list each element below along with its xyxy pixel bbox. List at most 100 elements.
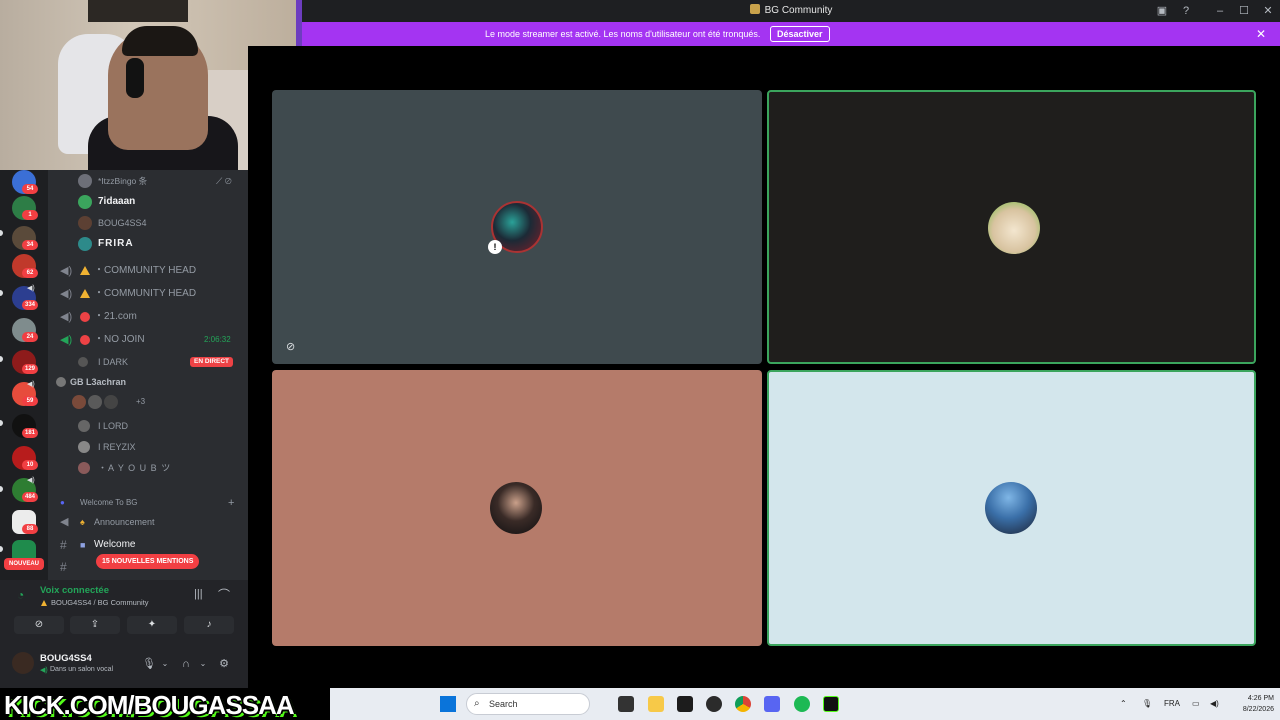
server-icon[interactable]: ◀) 334	[12, 285, 38, 310]
tray-mic-icon[interactable]: 🎙	[1142, 688, 1152, 720]
chevron-down-icon[interactable]: ⌄	[195, 656, 211, 672]
voice-member-group[interactable]: +3	[48, 392, 248, 412]
disable-streamer-mode-button[interactable]: Désactiver	[770, 26, 830, 42]
text-channel[interactable]: # ■ Welcome	[48, 535, 248, 555]
language-indicator[interactable]: FRA	[1164, 688, 1180, 720]
user-name: BOUG4SS4	[40, 653, 92, 664]
screen-share-icon[interactable]: ⇪	[70, 616, 120, 634]
kick-watermark-text: KICK.COM/BOUGASSAA	[4, 690, 295, 720]
voice-member[interactable]: FRIRA	[48, 234, 248, 254]
server-unread-pill	[0, 486, 3, 492]
text-channel-name: Announcement	[94, 517, 155, 527]
server-unread-pill	[0, 420, 3, 426]
member-name: I REYZIX	[98, 442, 136, 452]
live-badge: EN DIRECT	[190, 357, 234, 367]
banner-close-icon[interactable]: ✕	[1256, 22, 1266, 46]
server-icon[interactable]: ◀) 59	[12, 381, 38, 406]
app-icon[interactable]	[677, 696, 693, 712]
voice-activity-icon[interactable]: |||	[194, 588, 203, 600]
server-icon[interactable]: 1	[12, 196, 38, 220]
inbox-icon[interactable]: ▣	[1154, 3, 1170, 19]
user-avatar[interactable]	[12, 652, 34, 674]
text-channel[interactable]: ◀ ♠ Announcement	[48, 512, 248, 532]
disconnect-icon[interactable]: ⌒	[218, 586, 230, 603]
voice-speaker-icon: ◀)	[60, 334, 73, 346]
server-badge: 34	[22, 240, 38, 250]
participant-avatar	[988, 202, 1040, 254]
camera-off-icon[interactable]: ⊘	[14, 616, 64, 634]
speaker-icon: ◀)	[27, 285, 35, 292]
server-icon[interactable]: 129	[12, 350, 38, 374]
server-icon[interactable]: 34	[12, 226, 38, 250]
settings-gear-icon[interactable]: ⚙	[216, 656, 232, 672]
server-icon[interactable]: 10	[12, 446, 38, 470]
task-view-icon[interactable]	[618, 696, 634, 712]
soundboard-icon[interactable]: ♪	[184, 616, 234, 634]
server-unread-pill	[0, 290, 3, 296]
spotify-icon[interactable]	[794, 696, 810, 712]
server-icon[interactable]: 181	[12, 414, 38, 438]
server-icon[interactable]: 88	[12, 510, 38, 534]
server-icon[interactable]: 62	[12, 254, 38, 278]
help-icon[interactable]: ?	[1178, 3, 1194, 19]
chevron-down-icon[interactable]: ⌄	[157, 656, 173, 672]
voice-member[interactable]: I REYZIX	[48, 437, 248, 457]
participant-tile[interactable]	[767, 90, 1256, 364]
activities-icon[interactable]: ✦	[127, 616, 177, 634]
tray-monitor-icon[interactable]: ▭	[1192, 688, 1200, 720]
app-icon[interactable]	[706, 696, 722, 712]
member-name: GB L3achran	[70, 377, 127, 387]
minimize-icon[interactable]: –	[1212, 3, 1228, 19]
taskbar-search[interactable]: ⌕ Search	[466, 693, 590, 715]
file-explorer-icon[interactable]	[648, 696, 664, 712]
taskbar-clock[interactable]: 4:26 PM 8/22/2026	[1226, 693, 1274, 715]
tray-volume-icon[interactable]: ◀)	[1210, 688, 1219, 720]
voice-member[interactable]: BOUG4SS4	[48, 213, 248, 233]
headphones-icon[interactable]: ∩	[178, 656, 194, 672]
member-avatar	[88, 395, 102, 409]
member-avatar	[56, 377, 66, 387]
voice-channel[interactable]: ◀) ・NO JOIN 2:06:32	[48, 330, 248, 350]
voice-member[interactable]: ・A Y O U B ツ	[48, 458, 248, 478]
voice-channel[interactable]: ◀) ・COMMUNITY HEAD	[48, 284, 248, 304]
voice-member[interactable]: I LORD	[48, 416, 248, 436]
voice-member[interactable]: GB L3achran	[48, 372, 248, 392]
member-avatar	[78, 237, 92, 251]
voice-channel[interactable]: ◀) ・COMMUNITY HEAD	[48, 261, 248, 281]
add-channel-icon[interactable]: +	[228, 493, 234, 513]
warning-icon	[41, 600, 47, 606]
member-name: I LORD	[98, 421, 129, 431]
more-members-count: +3	[136, 397, 146, 406]
server-badge: 62	[22, 268, 38, 278]
chrome-icon[interactable]	[735, 696, 751, 712]
participant-tile[interactable]	[272, 370, 762, 646]
category-header[interactable]: ● Welcome To BG +	[48, 493, 248, 513]
server-icon[interactable]: 54	[12, 170, 38, 194]
microphone-icon[interactable]: 🎙	[141, 656, 157, 672]
new-mentions-badge[interactable]: 15 NOUVELLES MENTIONS	[96, 554, 200, 569]
server-badge: 334	[22, 300, 38, 310]
server-badge: 54	[22, 184, 38, 194]
maximize-icon[interactable]: ☐	[1236, 3, 1252, 19]
app-icon[interactable]	[823, 696, 839, 712]
voice-member[interactable]: *ItzzBingo 条 ⟋ ⊘	[48, 171, 248, 191]
discord-icon[interactable]	[764, 696, 780, 712]
voice-channel[interactable]: ◀) ・21.com	[48, 307, 248, 327]
participant-tile[interactable]	[767, 370, 1256, 646]
voice-speaker-icon: ◀)	[60, 311, 73, 323]
voice-member[interactable]: 7idaaan	[48, 192, 248, 212]
voice-member[interactable]: I DARK EN DIRECT	[48, 352, 248, 372]
voice-channel-name: ・COMMUNITY HEAD	[94, 288, 197, 299]
close-window-icon[interactable]: ✕	[1260, 3, 1276, 19]
search-icon: ⌕	[474, 698, 480, 709]
server-unread-pill	[0, 546, 3, 552]
server-icon[interactable]: ◀) 484	[12, 477, 38, 502]
server-badge: 1	[22, 210, 38, 220]
server-icon[interactable]: 24	[12, 318, 38, 342]
tray-chevron-icon[interactable]: ⌃	[1120, 688, 1127, 720]
deafened-icon: ⟋ ⊘	[216, 176, 232, 186]
info-icon: !	[488, 240, 502, 254]
start-icon[interactable]	[440, 696, 456, 712]
participant-tile[interactable]: ! ⊘	[272, 90, 762, 364]
channel-emoji-icon: ■	[80, 540, 86, 550]
